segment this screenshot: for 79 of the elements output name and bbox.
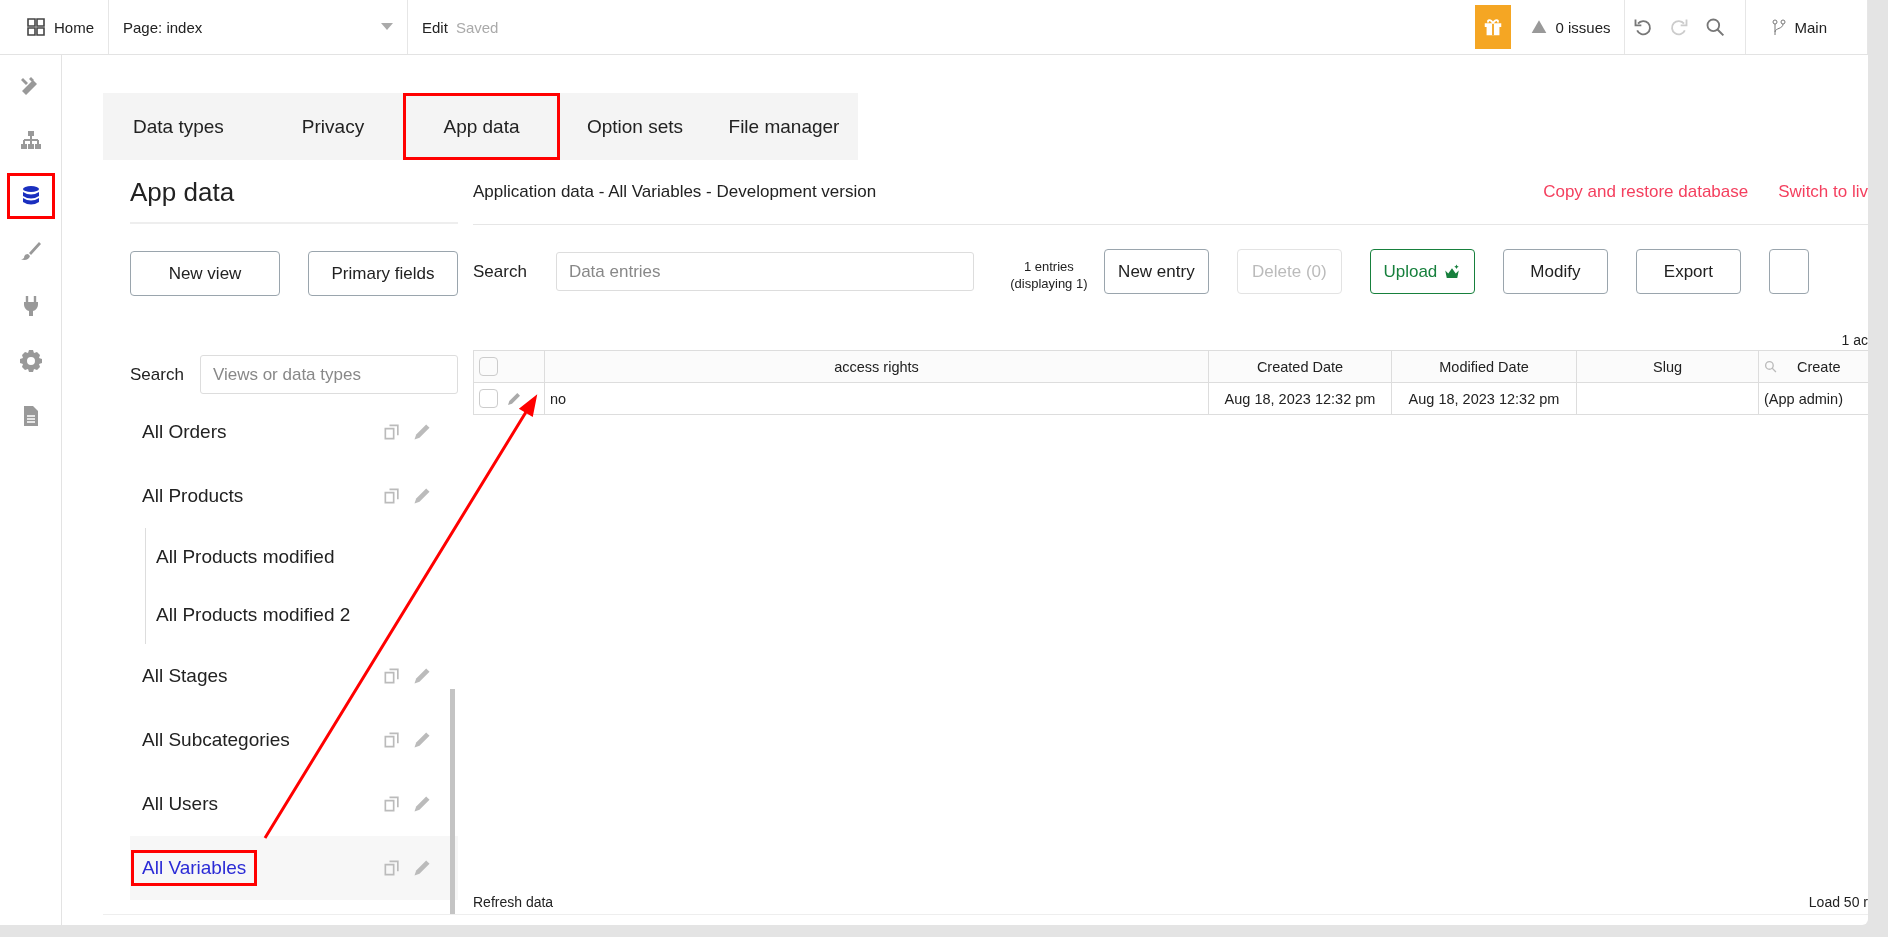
search-field[interactable]: Data entries bbox=[555, 252, 974, 291]
copy-icon[interactable] bbox=[382, 666, 402, 686]
branch-selector[interactable]: Main bbox=[1746, 0, 1868, 54]
caret-icon bbox=[381, 23, 393, 31]
copy-icon[interactable] bbox=[382, 858, 402, 878]
tab[interactable]: Data types bbox=[103, 93, 263, 160]
scrollbar-thumb[interactable] bbox=[450, 689, 455, 914]
pencil-icon[interactable] bbox=[506, 390, 522, 407]
select-all-checkbox[interactable] bbox=[479, 357, 498, 376]
pencil-icon[interactable] bbox=[412, 486, 432, 506]
column-header[interactable]: Created Date bbox=[1208, 350, 1392, 383]
pencil-icon[interactable] bbox=[412, 730, 432, 750]
database-icon[interactable] bbox=[6, 173, 55, 219]
table-cell: no bbox=[550, 390, 567, 407]
tab[interactable]: File manager bbox=[710, 93, 858, 160]
row-checkbox[interactable] bbox=[479, 389, 498, 408]
data-view-item[interactable]: All Orders bbox=[130, 400, 458, 464]
entries-count: 1 entries (displaying 1) bbox=[1009, 258, 1089, 292]
tab[interactable]: Option sets bbox=[560, 93, 710, 160]
data-view-item[interactable]: All Stages bbox=[130, 644, 458, 708]
load-more-link[interactable]: Load 50 r bbox=[1808, 894, 1868, 910]
toolbar-button[interactable] bbox=[1768, 249, 1809, 294]
pencil-icon[interactable] bbox=[412, 666, 432, 686]
column-header[interactable]: Modified Date bbox=[1391, 350, 1577, 383]
data-view-item[interactable]: All Products modified bbox=[156, 528, 458, 586]
pencil-icon[interactable] bbox=[412, 422, 432, 442]
tab[interactable]: Privacy bbox=[263, 93, 403, 160]
copy-icon[interactable] bbox=[382, 730, 402, 750]
count-note: 1 ac bbox=[1840, 332, 1868, 350]
issues-button[interactable]: 0 issues bbox=[1517, 0, 1626, 54]
grid-icon bbox=[26, 17, 46, 37]
tab[interactable]: App data bbox=[403, 93, 560, 160]
table-cell: Aug 18, 2023 12:32 pm bbox=[1408, 390, 1560, 407]
search-icon[interactable] bbox=[1764, 360, 1777, 373]
copy-icon[interactable] bbox=[382, 486, 402, 506]
data-view-item[interactable]: All Products bbox=[130, 464, 458, 528]
home-button[interactable]: Home bbox=[0, 0, 109, 54]
crown-icon bbox=[1443, 262, 1462, 281]
warning-icon bbox=[1531, 19, 1548, 35]
copy-icon[interactable] bbox=[382, 422, 402, 442]
search-label: Search bbox=[473, 261, 527, 282]
data-title: Application data - All Variables - Development version bbox=[473, 182, 878, 202]
page-dropdown[interactable]: Page: index bbox=[109, 0, 408, 54]
search-label: Search bbox=[130, 364, 184, 385]
column-header[interactable]: Create bbox=[1758, 350, 1868, 383]
toolbar-button[interactable]: Export bbox=[1635, 249, 1741, 294]
view-label: All Orders bbox=[141, 420, 228, 444]
panel-button[interactable]: Primary fields bbox=[308, 251, 458, 296]
search-field[interactable]: Views or data types bbox=[199, 355, 458, 394]
view-label: All Products modified 2 bbox=[155, 603, 352, 627]
header-link[interactable]: Copy and restore database bbox=[1543, 182, 1749, 202]
panel-button[interactable]: New view bbox=[130, 251, 280, 296]
column-header[interactable]: access rights bbox=[544, 350, 1209, 383]
upload-button[interactable]: Upload bbox=[1369, 249, 1475, 294]
edit-menu[interactable]: Edit bbox=[422, 18, 448, 36]
data-view-item[interactable]: All Products modified 2 bbox=[156, 586, 458, 644]
table-cell: (App admin) bbox=[1764, 390, 1843, 407]
toolbar-button[interactable]: New entry bbox=[1103, 249, 1209, 294]
view-label: All Subcategories bbox=[141, 728, 291, 752]
saved-status: Saved bbox=[455, 18, 499, 36]
copy-icon[interactable] bbox=[382, 794, 402, 814]
branch-icon bbox=[1772, 19, 1787, 35]
data-view-item[interactable]: All Users bbox=[130, 772, 458, 836]
view-label: All Products bbox=[141, 484, 245, 508]
refresh-link[interactable]: Refresh data bbox=[473, 894, 554, 910]
pencil-icon[interactable] bbox=[412, 858, 432, 878]
panel-title: App data bbox=[130, 160, 458, 224]
view-label: All Users bbox=[141, 792, 219, 816]
data-view-item[interactable]: All Variables bbox=[130, 836, 458, 900]
header-link[interactable]: Switch to liv bbox=[1778, 182, 1868, 202]
view-label: All Variables bbox=[131, 850, 258, 886]
toolbar-button[interactable]: Modify bbox=[1502, 249, 1608, 294]
gift-button[interactable] bbox=[1475, 5, 1512, 49]
data-view-item[interactable]: All Subcategories bbox=[130, 708, 458, 772]
column-header[interactable]: Slug bbox=[1576, 350, 1759, 383]
view-label: All Products modified bbox=[155, 545, 336, 569]
table-cell: Aug 18, 2023 12:32 pm bbox=[1224, 390, 1376, 407]
pencil-icon[interactable] bbox=[412, 794, 432, 814]
view-label: All Stages bbox=[141, 664, 229, 688]
